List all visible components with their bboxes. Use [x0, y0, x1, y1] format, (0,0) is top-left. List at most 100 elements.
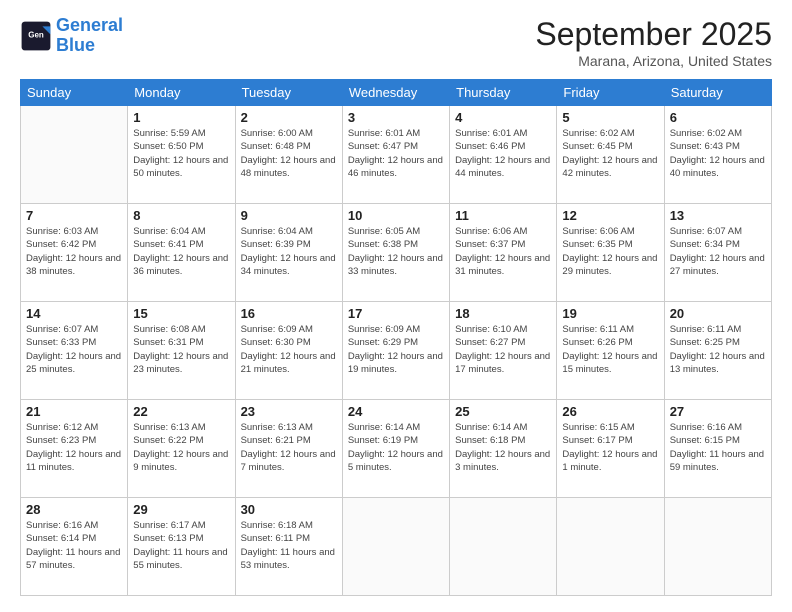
cell-info: Sunrise: 6:03 AMSunset: 6:42 PMDaylight:…	[26, 225, 122, 278]
day-number: 8	[133, 208, 229, 223]
calendar-cell: 16 Sunrise: 6:09 AMSunset: 6:30 PMDayligh…	[235, 302, 342, 400]
day-number: 15	[133, 306, 229, 321]
cell-info: Sunrise: 6:16 AMSunset: 6:14 PMDaylight:…	[26, 519, 122, 572]
logo-icon: Gen	[20, 20, 52, 52]
cell-info: Sunrise: 6:11 AMSunset: 6:26 PMDaylight:…	[562, 323, 658, 376]
cell-info: Sunrise: 6:07 AMSunset: 6:33 PMDaylight:…	[26, 323, 122, 376]
day-number: 10	[348, 208, 444, 223]
header-sunday: Sunday	[21, 80, 128, 106]
calendar-cell: 28 Sunrise: 6:16 AMSunset: 6:14 PMDayligh…	[21, 498, 128, 596]
day-number: 19	[562, 306, 658, 321]
calendar-cell: 12 Sunrise: 6:06 AMSunset: 6:35 PMDayligh…	[557, 204, 664, 302]
week-row-3: 21 Sunrise: 6:12 AMSunset: 6:23 PMDayligh…	[21, 400, 772, 498]
cell-info: Sunrise: 6:06 AMSunset: 6:37 PMDaylight:…	[455, 225, 551, 278]
header-wednesday: Wednesday	[342, 80, 449, 106]
calendar-cell: 27 Sunrise: 6:16 AMSunset: 6:15 PMDayligh…	[664, 400, 771, 498]
calendar-cell	[557, 498, 664, 596]
cell-info: Sunrise: 6:11 AMSunset: 6:25 PMDaylight:…	[670, 323, 766, 376]
week-row-1: 7 Sunrise: 6:03 AMSunset: 6:42 PMDaylight…	[21, 204, 772, 302]
header-saturday: Saturday	[664, 80, 771, 106]
location: Marana, Arizona, United States	[535, 53, 772, 69]
calendar-cell: 8 Sunrise: 6:04 AMSunset: 6:41 PMDaylight…	[128, 204, 235, 302]
day-number: 1	[133, 110, 229, 125]
calendar-cell	[450, 498, 557, 596]
cell-info: Sunrise: 6:10 AMSunset: 6:27 PMDaylight:…	[455, 323, 551, 376]
day-number: 29	[133, 502, 229, 517]
cell-info: Sunrise: 6:04 AMSunset: 6:41 PMDaylight:…	[133, 225, 229, 278]
cell-info: Sunrise: 6:02 AMSunset: 6:43 PMDaylight:…	[670, 127, 766, 180]
calendar-cell: 20Sunrise: 6:11 AMSunset: 6:25 PMDayligh…	[664, 302, 771, 400]
cell-info: Sunrise: 6:14 AMSunset: 6:18 PMDaylight:…	[455, 421, 551, 474]
cell-info: Sunrise: 6:12 AMSunset: 6:23 PMDaylight:…	[26, 421, 122, 474]
day-number: 22	[133, 404, 229, 419]
logo-text: General Blue	[56, 16, 123, 56]
day-number: 16	[241, 306, 337, 321]
day-number: 9	[241, 208, 337, 223]
calendar-cell: 24Sunrise: 6:14 AMSunset: 6:19 PMDayligh…	[342, 400, 449, 498]
day-number: 12	[562, 208, 658, 223]
calendar-cell: 11Sunrise: 6:06 AMSunset: 6:37 PMDayligh…	[450, 204, 557, 302]
calendar-cell: 15 Sunrise: 6:08 AMSunset: 6:31 PMDayligh…	[128, 302, 235, 400]
day-number: 6	[670, 110, 766, 125]
cell-info: Sunrise: 6:01 AMSunset: 6:46 PMDaylight:…	[455, 127, 551, 180]
cell-info: Sunrise: 6:18 AMSunset: 6:11 PMDaylight:…	[241, 519, 337, 572]
day-number: 17	[348, 306, 444, 321]
day-number: 28	[26, 502, 122, 517]
day-number: 5	[562, 110, 658, 125]
calendar-cell: 1 Sunrise: 5:59 AMSunset: 6:50 PMDaylight…	[128, 106, 235, 204]
cell-info: Sunrise: 6:04 AMSunset: 6:39 PMDaylight:…	[241, 225, 337, 278]
day-number: 26	[562, 404, 658, 419]
day-number: 27	[670, 404, 766, 419]
day-number: 14	[26, 306, 122, 321]
header-friday: Friday	[557, 80, 664, 106]
calendar-cell: 18Sunrise: 6:10 AMSunset: 6:27 PMDayligh…	[450, 302, 557, 400]
title-section: September 2025 Marana, Arizona, United S…	[535, 16, 772, 69]
cell-info: Sunrise: 6:13 AMSunset: 6:22 PMDaylight:…	[133, 421, 229, 474]
calendar-cell: 25 Sunrise: 6:14 AMSunset: 6:18 PMDayligh…	[450, 400, 557, 498]
cell-info: Sunrise: 6:06 AMSunset: 6:35 PMDaylight:…	[562, 225, 658, 278]
month-title: September 2025	[535, 16, 772, 53]
cell-info: Sunrise: 6:17 AMSunset: 6:13 PMDaylight:…	[133, 519, 229, 572]
day-number: 7	[26, 208, 122, 223]
calendar-cell: 9 Sunrise: 6:04 AMSunset: 6:39 PMDaylight…	[235, 204, 342, 302]
calendar-cell: 3 Sunrise: 6:01 AMSunset: 6:47 PMDaylight…	[342, 106, 449, 204]
cell-info: Sunrise: 6:02 AMSunset: 6:45 PMDaylight:…	[562, 127, 658, 180]
cell-info: Sunrise: 6:15 AMSunset: 6:17 PMDaylight:…	[562, 421, 658, 474]
cell-info: Sunrise: 6:08 AMSunset: 6:31 PMDaylight:…	[133, 323, 229, 376]
calendar-cell	[664, 498, 771, 596]
cell-info: Sunrise: 6:13 AMSunset: 6:21 PMDaylight:…	[241, 421, 337, 474]
cell-info: Sunrise: 6:09 AMSunset: 6:30 PMDaylight:…	[241, 323, 337, 376]
calendar-cell: 26 Sunrise: 6:15 AMSunset: 6:17 PMDayligh…	[557, 400, 664, 498]
calendar-cell: 29 Sunrise: 6:17 AMSunset: 6:13 PMDayligh…	[128, 498, 235, 596]
calendar-cell: 13Sunrise: 6:07 AMSunset: 6:34 PMDayligh…	[664, 204, 771, 302]
header-monday: Monday	[128, 80, 235, 106]
calendar-cell: 6 Sunrise: 6:02 AMSunset: 6:43 PMDaylight…	[664, 106, 771, 204]
calendar-header-row: SundayMondayTuesdayWednesdayThursdayFrid…	[21, 80, 772, 106]
day-number: 2	[241, 110, 337, 125]
day-number: 3	[348, 110, 444, 125]
svg-text:Gen: Gen	[28, 30, 44, 39]
day-number: 30	[241, 502, 337, 517]
calendar-cell	[342, 498, 449, 596]
calendar-cell: 30 Sunrise: 6:18 AMSunset: 6:11 PMDayligh…	[235, 498, 342, 596]
cell-info: Sunrise: 6:16 AMSunset: 6:15 PMDaylight:…	[670, 421, 766, 474]
day-number: 23	[241, 404, 337, 419]
calendar-cell: 23 Sunrise: 6:13 AMSunset: 6:21 PMDayligh…	[235, 400, 342, 498]
calendar-table: SundayMondayTuesdayWednesdayThursdayFrid…	[20, 79, 772, 596]
cell-info: Sunrise: 6:14 AMSunset: 6:19 PMDaylight:…	[348, 421, 444, 474]
day-number: 13	[670, 208, 766, 223]
calendar-cell	[21, 106, 128, 204]
day-number: 21	[26, 404, 122, 419]
logo: Gen General Blue	[20, 16, 123, 56]
calendar-cell: 10 Sunrise: 6:05 AMSunset: 6:38 PMDayligh…	[342, 204, 449, 302]
logo-general: General	[56, 15, 123, 35]
cell-info: Sunrise: 6:01 AMSunset: 6:47 PMDaylight:…	[348, 127, 444, 180]
day-number: 25	[455, 404, 551, 419]
calendar-cell: 7 Sunrise: 6:03 AMSunset: 6:42 PMDaylight…	[21, 204, 128, 302]
cell-info: Sunrise: 6:05 AMSunset: 6:38 PMDaylight:…	[348, 225, 444, 278]
logo-blue: Blue	[56, 35, 95, 55]
day-number: 4	[455, 110, 551, 125]
week-row-0: 1 Sunrise: 5:59 AMSunset: 6:50 PMDaylight…	[21, 106, 772, 204]
cell-info: Sunrise: 6:00 AMSunset: 6:48 PMDaylight:…	[241, 127, 337, 180]
cell-info: Sunrise: 5:59 AMSunset: 6:50 PMDaylight:…	[133, 127, 229, 180]
